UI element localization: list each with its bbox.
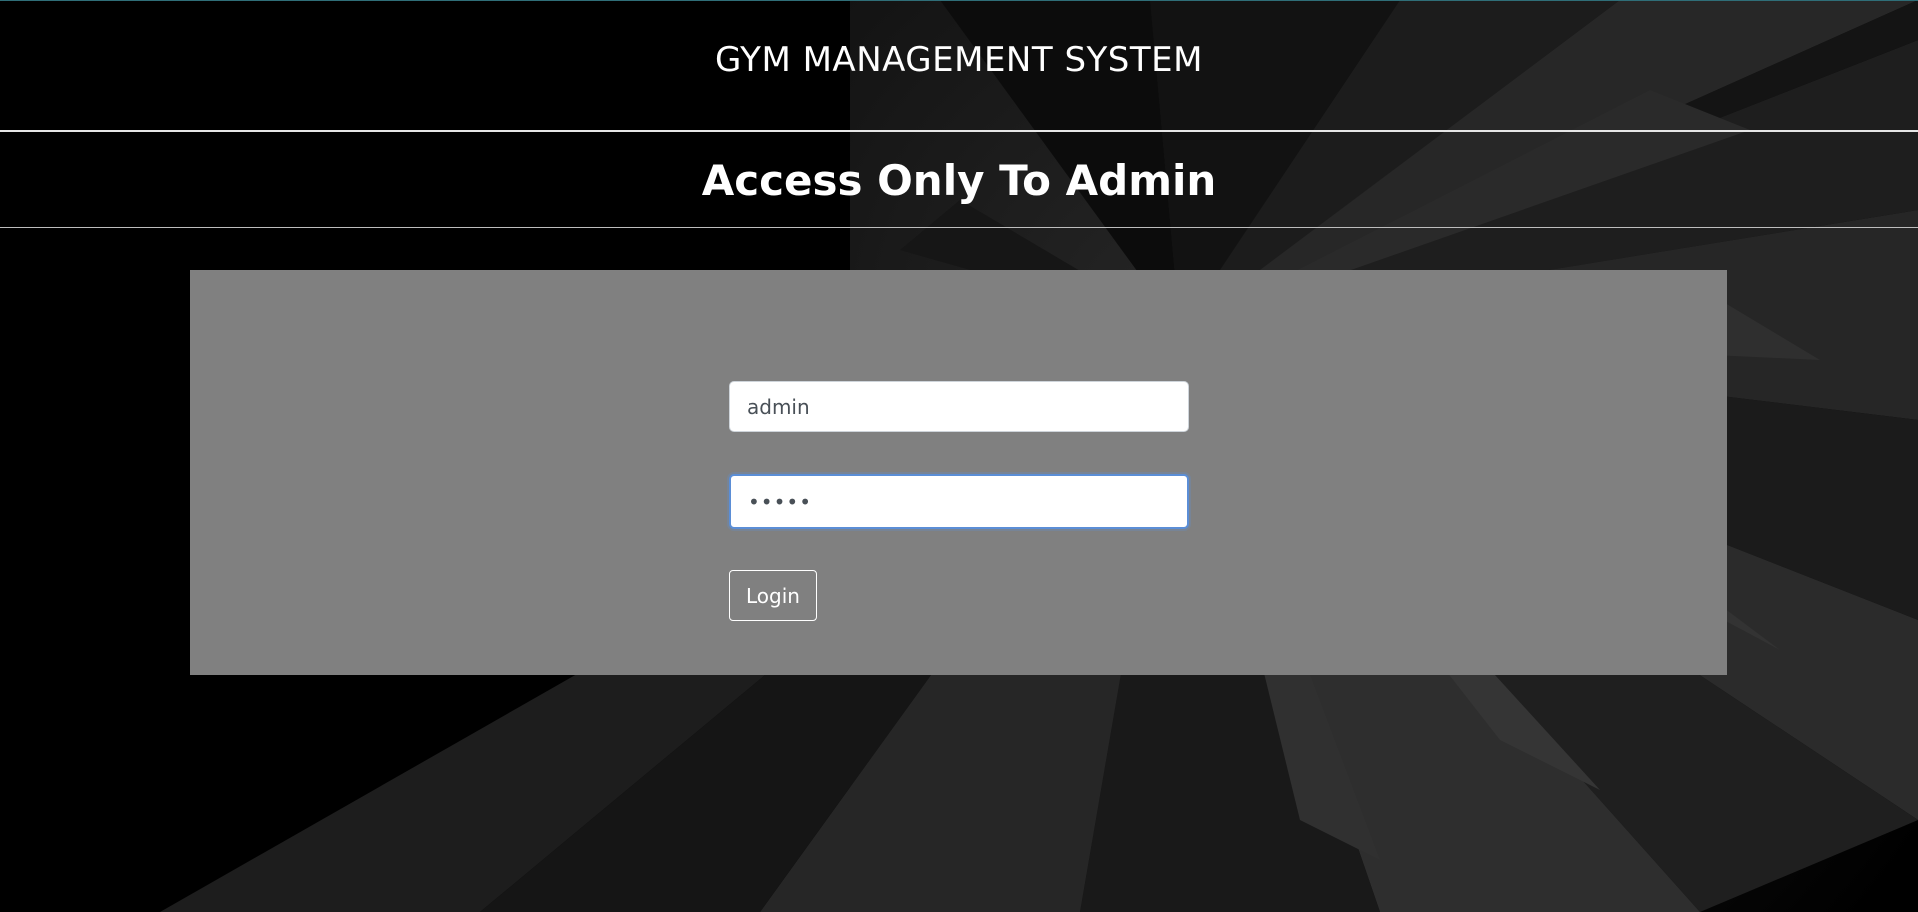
username-input[interactable] — [729, 381, 1189, 432]
login-page: GYM MANAGEMENT SYSTEM Access Only To Adm… — [0, 0, 1918, 912]
divider-top — [0, 130, 1918, 132]
site-title: GYM MANAGEMENT SYSTEM — [715, 40, 1203, 80]
page-heading: Access Only To Admin — [701, 156, 1217, 205]
login-button[interactable]: Login — [729, 570, 817, 621]
divider-bottom — [0, 227, 1918, 228]
top-border — [0, 0, 1918, 1]
password-input[interactable] — [729, 474, 1189, 529]
login-panel: Login — [190, 270, 1727, 675]
